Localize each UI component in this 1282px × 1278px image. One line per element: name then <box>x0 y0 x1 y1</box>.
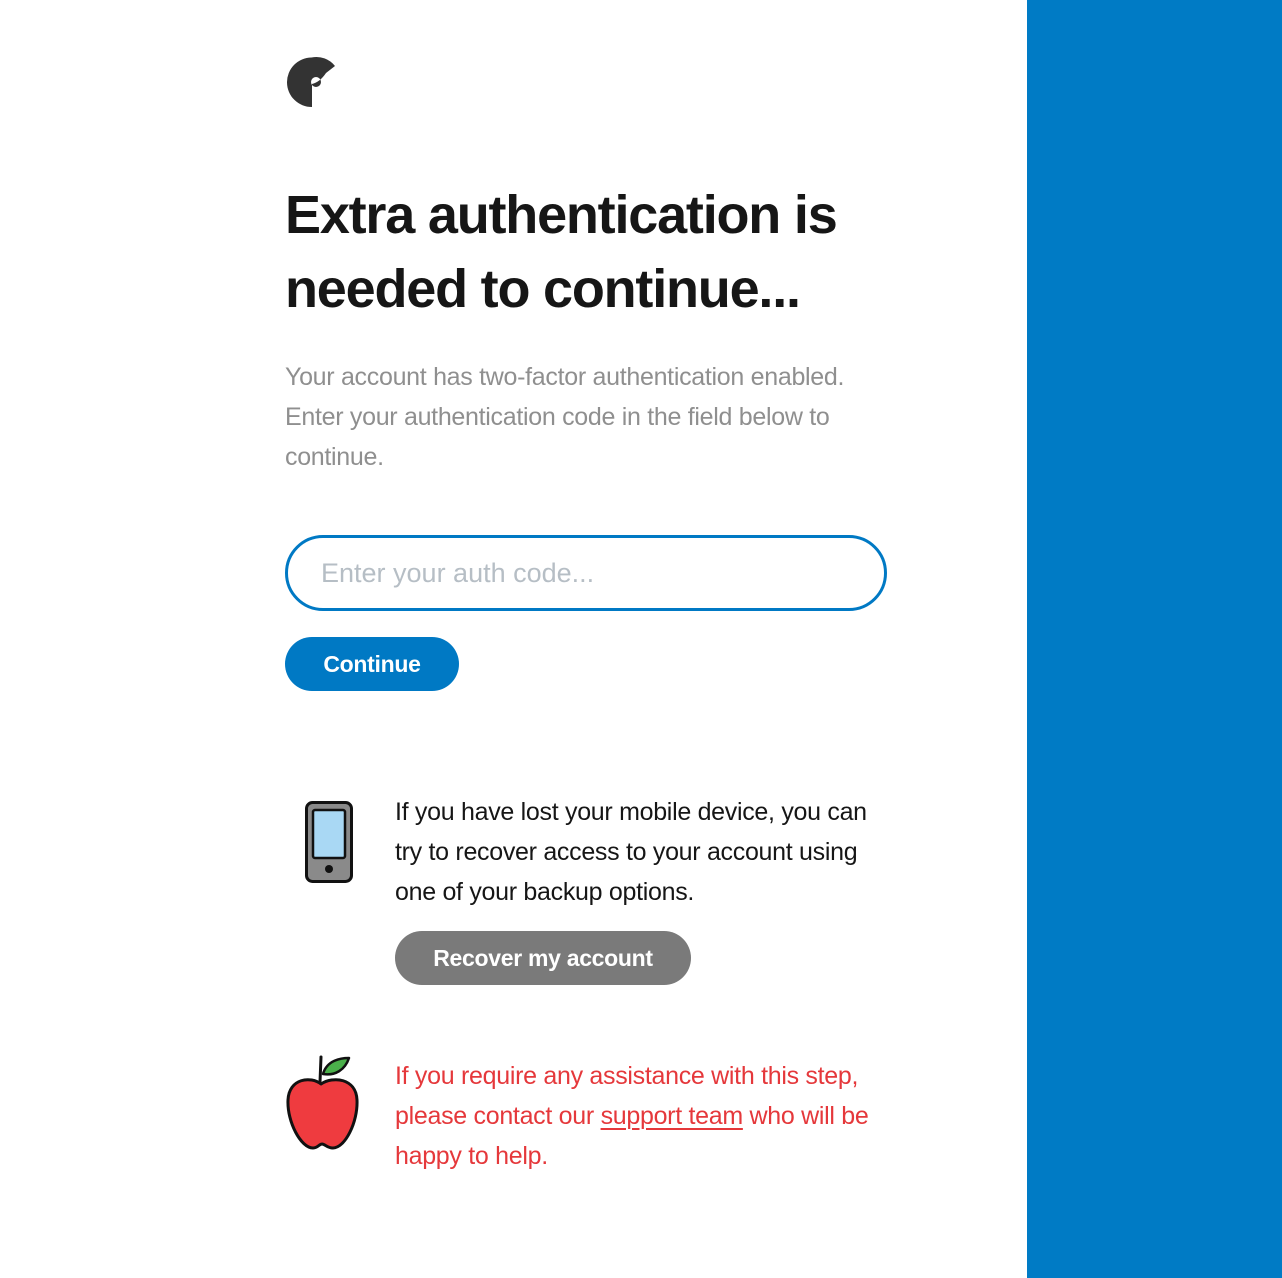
apple-leaf <box>321 1056 351 1076</box>
side-panel <box>1027 0 1282 1278</box>
brand-logo <box>287 56 335 108</box>
page-title: Extra authentication is needed to contin… <box>285 178 895 326</box>
apple-icon <box>286 1055 359 1150</box>
page-title-line-2: needed to continue... <box>285 259 801 319</box>
logo-shape <box>287 56 335 108</box>
phone-home-button <box>325 865 333 873</box>
recovery-text: If you have lost your mobile device, you… <box>395 798 867 906</box>
help-text: If you require any assistance with this … <box>395 1056 895 1176</box>
page-title-line-1: Extra authentication is <box>285 185 838 245</box>
recover-account-button[interactable]: Recover my account <box>395 931 691 985</box>
auth-code-input[interactable] <box>285 535 887 611</box>
apple-stem <box>318 1055 323 1084</box>
mobile-phone-icon <box>305 801 353 883</box>
continue-button[interactable]: Continue <box>285 637 459 691</box>
apple-body <box>286 1078 359 1150</box>
phone-screen <box>311 808 347 860</box>
support-team-link[interactable]: support team <box>601 1102 744 1130</box>
intro-text: Your account has two-factor authenticati… <box>285 363 845 471</box>
